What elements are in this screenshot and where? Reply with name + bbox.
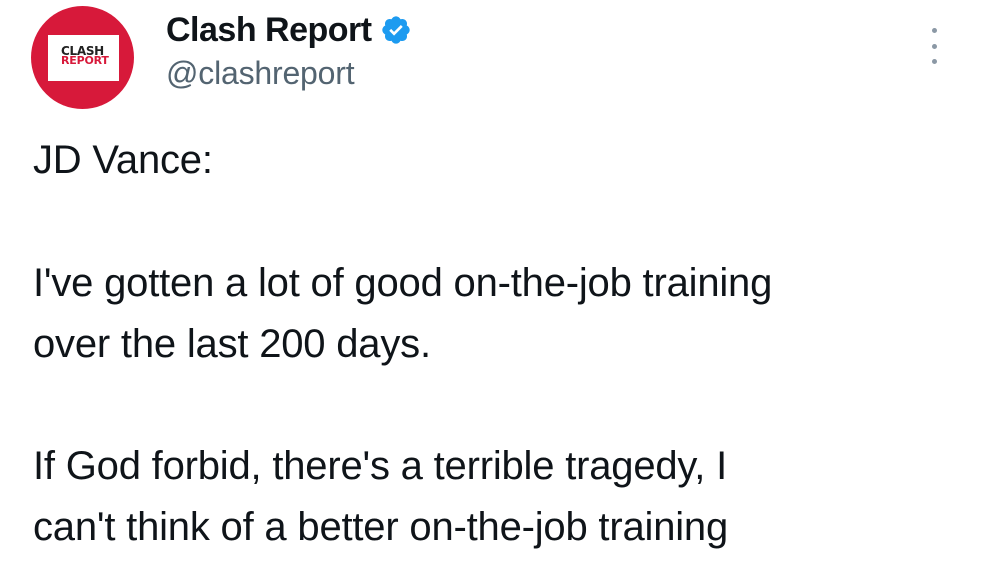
avatar[interactable]: CLASH REPORT xyxy=(31,6,134,109)
author-handle[interactable]: @clashreport xyxy=(166,55,355,92)
more-options-icon[interactable] xyxy=(926,28,942,64)
tweet-card: CLASH REPORT Clash Report @clashreport J… xyxy=(0,0,986,570)
verified-badge-icon xyxy=(381,16,410,44)
tweet-text-line: I've gotten a lot of good on-the-job tra… xyxy=(33,261,773,305)
avatar-logo-line2: REPORT xyxy=(61,54,109,67)
more-dot xyxy=(931,43,937,49)
more-dot xyxy=(931,28,937,33)
avatar-logo: CLASH REPORT xyxy=(61,45,109,67)
tweet-text-line: can't think of a better on-the-job train… xyxy=(33,505,729,549)
tweet-text-line: over the last 200 days. xyxy=(33,322,431,366)
tweet-text-line: JD Vance: xyxy=(33,138,213,182)
tweet-text-line: If God forbid, there's a terrible traged… xyxy=(33,444,727,488)
more-dot xyxy=(931,59,937,64)
author-name-row: Clash Report xyxy=(166,10,412,50)
author-display-name[interactable]: Clash Report xyxy=(166,11,372,50)
